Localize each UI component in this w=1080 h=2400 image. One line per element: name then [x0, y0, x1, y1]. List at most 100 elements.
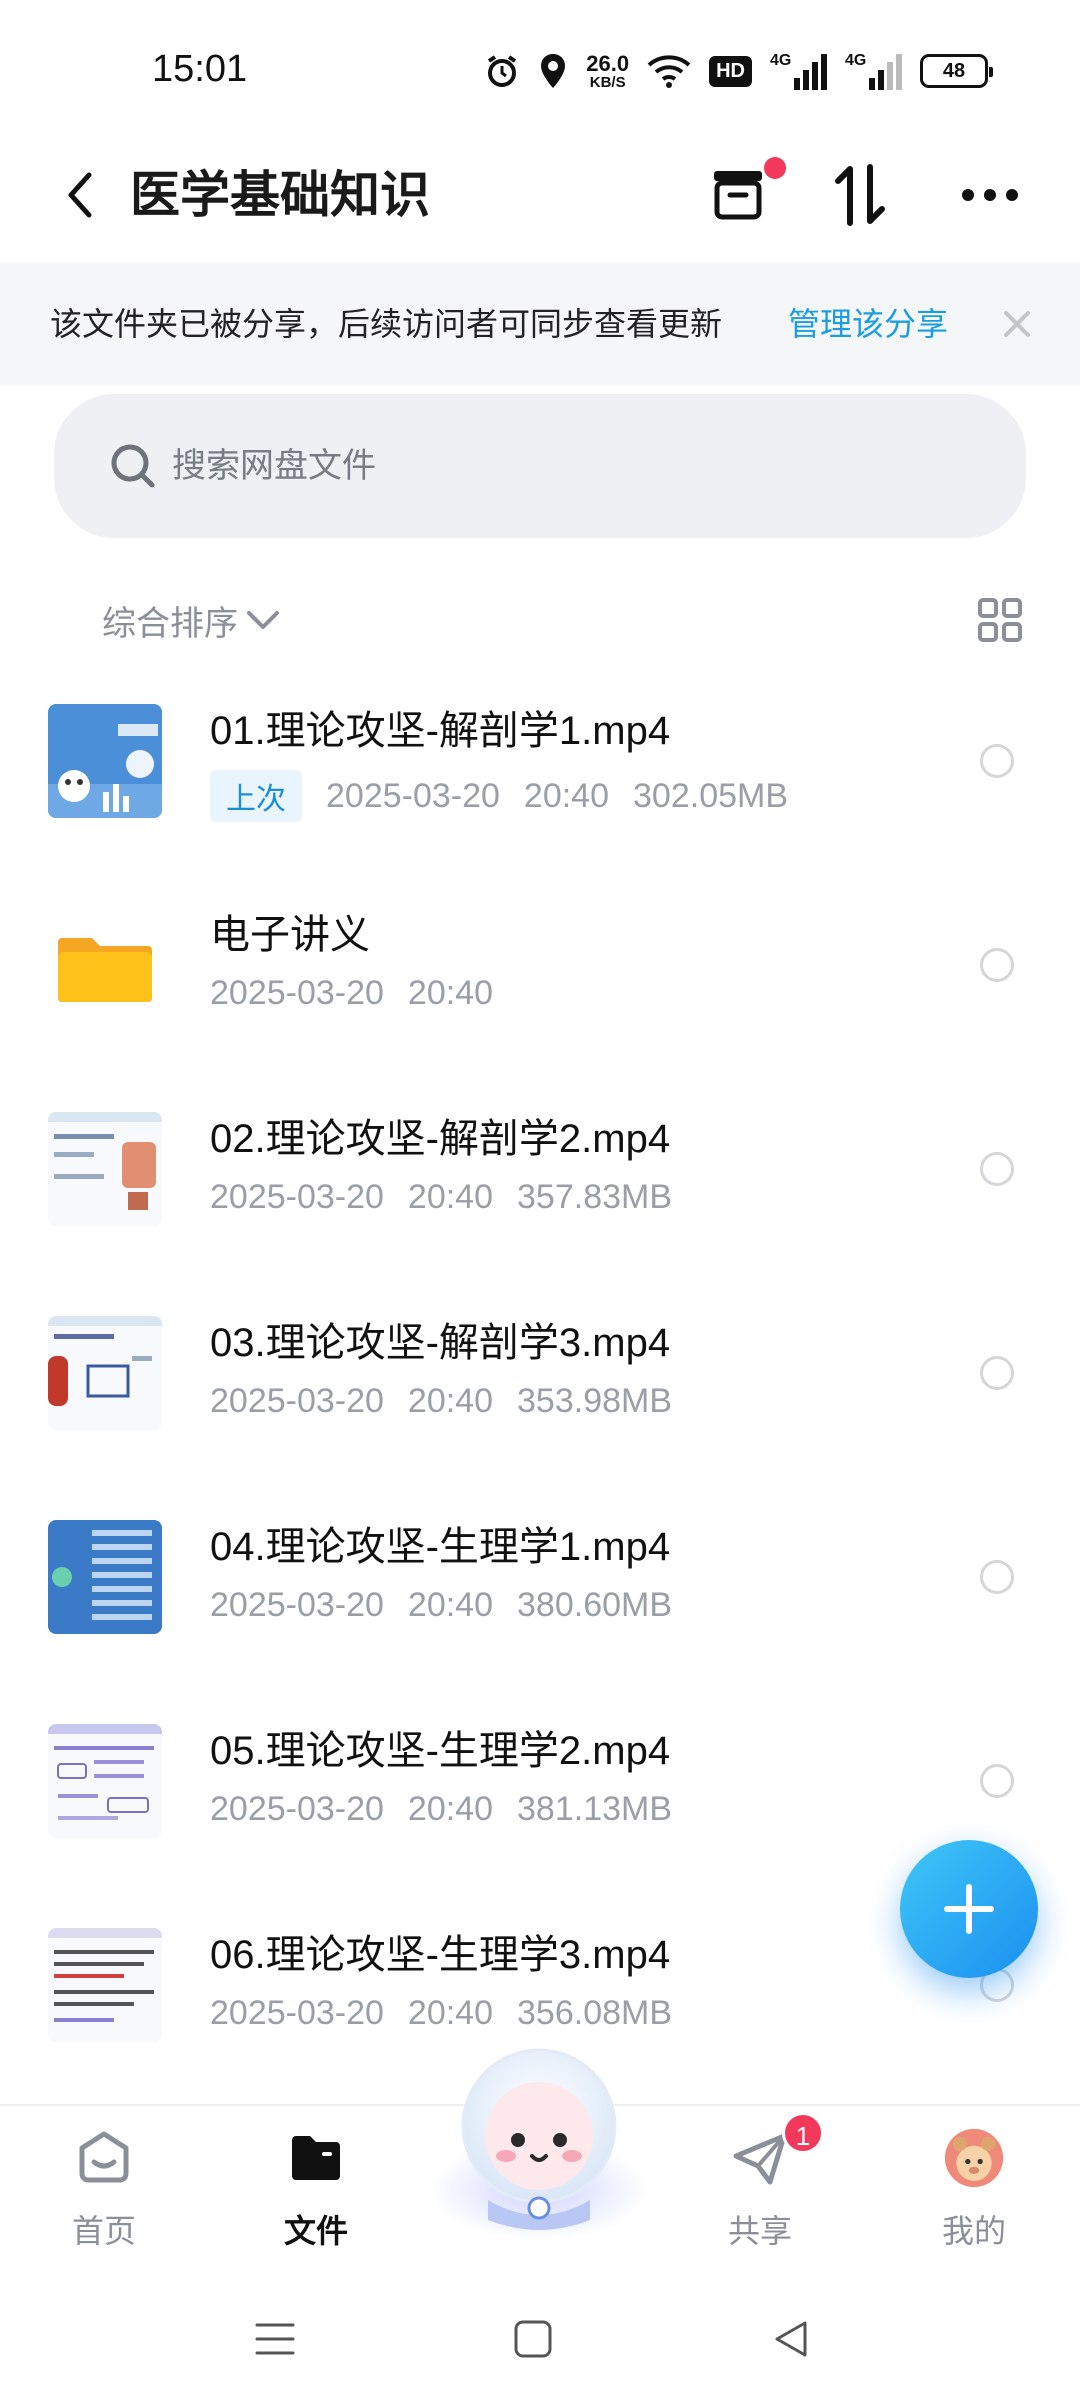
nav-item-files[interactable]: 文件 — [246, 2106, 386, 2282]
home-icon — [74, 2128, 134, 2188]
file-row[interactable]: 01.理论攻坚-解剖学1.mp4 上次 2025-03-20 20:40 302… — [0, 660, 1080, 864]
sort-dropdown[interactable]: 综合排序 — [102, 592, 280, 648]
file-meta: 2025-03-20 20:40 381.13MB — [210, 1790, 672, 1829]
video-thumbnail — [48, 1520, 162, 1634]
close-banner-button[interactable] — [995, 302, 1039, 346]
file-time: 20:40 — [407, 1790, 494, 1828]
manage-share-link[interactable]: 管理该分享 — [788, 262, 948, 386]
signal-2-label: 4G — [845, 52, 867, 69]
battery-level: 48 — [942, 59, 966, 82]
file-size: 357.83MB — [517, 1178, 673, 1216]
file-name: 01.理论攻坚-解剖学1.mp4 — [210, 709, 671, 753]
video-thumbnail — [48, 1316, 162, 1430]
recents-button[interactable] — [240, 2304, 310, 2374]
folder-row[interactable]: 电子讲义 2025-03-20 20:40 — [0, 864, 1080, 1068]
archive-icon — [714, 171, 762, 220]
nav-item-share[interactable]: 1 共享 — [690, 2106, 830, 2282]
signal-icon-2: 4G — [845, 52, 902, 90]
status-time: 15:01 — [152, 48, 248, 90]
search-input[interactable]: 搜索网盘文件 — [54, 394, 1026, 538]
file-name: 电子讲义 — [210, 913, 370, 957]
alarm-icon — [484, 48, 520, 94]
select-checkbox[interactable] — [980, 1764, 1014, 1798]
nav-item-profile[interactable]: 我的 — [904, 2106, 1044, 2282]
select-checkbox[interactable] — [980, 1152, 1014, 1186]
file-date: 2025-03-20 — [210, 1178, 384, 1216]
nav-item-home[interactable]: 首页 — [34, 2106, 174, 2282]
select-checkbox[interactable] — [980, 1560, 1014, 1594]
chevron-down-icon — [247, 611, 279, 629]
sort-transfer-icon — [835, 164, 885, 226]
file-date: 2025-03-20 — [210, 1586, 384, 1624]
recent-tag: 上次 — [210, 770, 302, 822]
video-thumbnail — [48, 1724, 162, 1838]
signal-icon-1: 4G — [770, 52, 827, 90]
file-row[interactable]: 04.理论攻坚-生理学1.mp4 2025-03-20 20:40 380.60… — [0, 1476, 1080, 1680]
file-size: 381.13MB — [517, 1790, 673, 1828]
share-icon — [730, 2128, 790, 2188]
file-time: 20:40 — [407, 1586, 494, 1624]
location-icon — [538, 48, 568, 94]
file-date: 2025-03-20 — [210, 1790, 384, 1828]
video-thumbnail — [48, 1928, 162, 2042]
file-name: 04.理论攻坚-生理学1.mp4 — [210, 1525, 671, 1569]
file-meta: 2025-03-20 20:40 — [210, 974, 493, 1013]
search-icon — [111, 444, 155, 488]
network-speed-value: 26.0 — [586, 50, 630, 76]
file-row[interactable]: 03.理论攻坚-解剖学3.mp4 2025-03-20 20:40 353.98… — [0, 1272, 1080, 1476]
back-system-button[interactable] — [756, 2304, 826, 2374]
archive-button[interactable] — [698, 155, 786, 235]
file-name: 06.理论攻坚-生理学3.mp4 — [210, 1933, 671, 1977]
file-meta: 2025-03-20 20:40 380.60MB — [210, 1586, 672, 1625]
share-banner-text: 该文件夹已被分享，后续访问者可同步查看更新 — [50, 305, 723, 343]
grid-view-button[interactable] — [972, 592, 1028, 648]
file-row[interactable]: 02.理论攻坚-解剖学2.mp4 2025-03-20 20:40 357.83… — [0, 1068, 1080, 1272]
search-placeholder: 搜索网盘文件 — [172, 446, 376, 486]
nav-label-profile: 我的 — [941, 2212, 1006, 2250]
mascot-icon — [429, 2048, 649, 2240]
more-icon — [962, 189, 1018, 201]
menu-icon — [255, 2323, 295, 2355]
status-icons: 26.0 KB/S HD 4G 4G 48 — [484, 48, 993, 94]
file-date: 2025-03-20 — [210, 974, 384, 1012]
triangle-back-icon — [775, 2321, 807, 2357]
grid-view-icon — [978, 598, 1022, 642]
system-nav-bar — [0, 2280, 1080, 2400]
wifi-icon — [647, 48, 691, 94]
nav-label-home: 首页 — [71, 2212, 136, 2250]
folder-icon — [48, 908, 162, 1022]
select-checkbox[interactable] — [980, 744, 1014, 778]
page-title: 医学基础知识 — [130, 166, 430, 224]
share-banner: 该文件夹已被分享，后续访问者可同步查看更新 管理该分享 — [0, 262, 1080, 386]
file-time: 20:40 — [523, 776, 610, 815]
file-row[interactable]: 05.理论攻坚-生理学2.mp4 2025-03-20 20:40 381.13… — [0, 1680, 1080, 1884]
mascot-assistant-button[interactable] — [428, 2040, 650, 2240]
file-meta: 上次 2025-03-20 20:40 302.05MB — [210, 770, 788, 822]
file-meta: 2025-03-20 20:40 353.98MB — [210, 1382, 672, 1421]
select-checkbox[interactable] — [980, 1356, 1014, 1390]
status-bar: 15:01 26.0 KB/S HD 4G 4G 48 — [0, 0, 1080, 130]
file-size: 353.98MB — [517, 1382, 673, 1420]
nav-label-share: 共享 — [727, 2212, 792, 2250]
sort-transfer-button[interactable] — [820, 155, 900, 235]
file-time: 20:40 — [407, 974, 494, 1012]
back-button[interactable] — [50, 160, 110, 230]
add-button[interactable] — [900, 1840, 1038, 1978]
file-time: 20:40 — [407, 1382, 494, 1420]
home-system-button[interactable] — [498, 2304, 568, 2374]
select-checkbox[interactable] — [980, 948, 1014, 982]
square-icon — [514, 2320, 552, 2358]
signal-1-label: 4G — [770, 52, 792, 69]
folder-icon — [286, 2128, 346, 2188]
sort-label: 综合排序 — [102, 603, 238, 644]
file-date: 2025-03-20 — [210, 1382, 384, 1420]
avatar-icon — [944, 2128, 1004, 2188]
file-size: 380.60MB — [517, 1586, 673, 1624]
file-name: 03.理论攻坚-解剖学3.mp4 — [210, 1321, 671, 1365]
video-thumbnail — [48, 1112, 162, 1226]
plus-icon — [944, 1884, 994, 1934]
more-button[interactable] — [950, 155, 1030, 235]
file-name: 02.理论攻坚-解剖学2.mp4 — [210, 1117, 671, 1161]
file-time: 20:40 — [407, 1178, 494, 1216]
nav-label-files: 文件 — [283, 2212, 348, 2250]
